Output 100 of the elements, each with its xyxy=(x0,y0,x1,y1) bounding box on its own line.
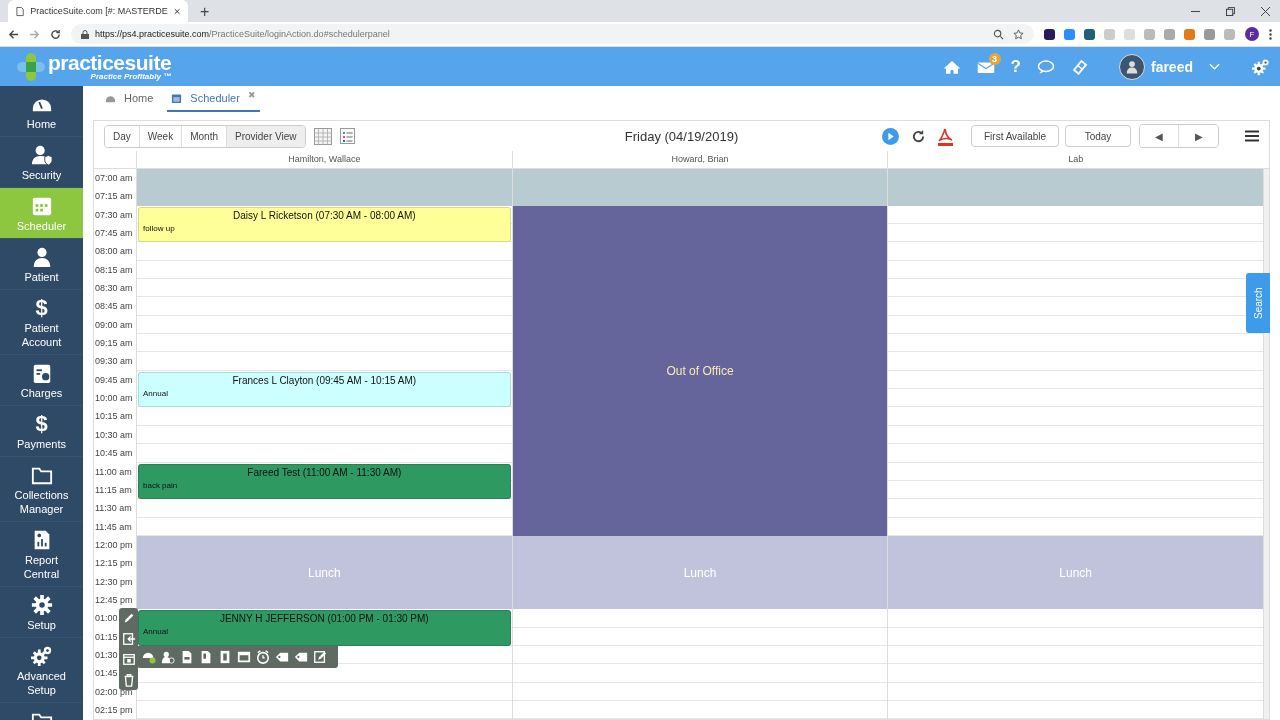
logo-text: practicesuite xyxy=(48,52,172,73)
new-tab-button[interactable]: + xyxy=(200,3,210,21)
time-label: 12:00 pm xyxy=(94,538,133,552)
extension-icon[interactable] xyxy=(1044,28,1055,40)
more-icon[interactable] xyxy=(1269,28,1272,40)
time-label: 01:45 xyxy=(94,667,118,681)
close-icon[interactable] xyxy=(173,7,180,15)
close-icon[interactable] xyxy=(1261,6,1270,16)
reload-icon[interactable] xyxy=(50,28,61,40)
time-label: 01:00 xyxy=(94,612,118,626)
browser-tab[interactable]: PracticeSuite.com [#: MASTERDE xyxy=(8,0,188,22)
appointment[interactable]: Frances L Clayton (09:45 AM - 10:15 AM) Annual xyxy=(138,371,511,408)
pdf-icon[interactable] xyxy=(938,126,953,146)
page-icon xyxy=(16,5,25,17)
calendar-icon xyxy=(171,92,183,104)
tab[interactable]: Home xyxy=(101,86,158,112)
time-label: 07:45 am xyxy=(94,227,133,241)
sidebar-item[interactable]: Patient xyxy=(0,239,83,290)
dollar-icon: $ xyxy=(35,297,48,319)
menu-icon[interactable] xyxy=(1245,130,1259,142)
sidebar-item[interactable]: Collections Manager xyxy=(0,457,83,522)
restore-icon[interactable] xyxy=(1226,6,1235,16)
star-icon[interactable] xyxy=(1013,28,1024,40)
time-label: 12:15 pm xyxy=(94,557,133,571)
dollar-icon: $ xyxy=(35,413,48,435)
chat-icon[interactable] xyxy=(1036,58,1055,75)
back-icon[interactable] xyxy=(8,28,19,40)
tag-icon[interactable] xyxy=(275,650,289,664)
time-label: 10:30 am xyxy=(94,428,133,442)
profile-avatar[interactable]: F xyxy=(1245,27,1259,41)
time-label: 08:15 am xyxy=(94,263,133,277)
time-label: 11:15 am xyxy=(94,483,132,497)
time-label: 07:00 am xyxy=(94,172,133,185)
first-available-button[interactable]: First Available xyxy=(971,125,1059,147)
time-label: 10:00 am xyxy=(94,392,133,406)
time-label: 10:15 am xyxy=(94,410,133,424)
sidebar-item[interactable]: Charges xyxy=(0,355,83,406)
tag-icon[interactable] xyxy=(294,650,308,664)
sidebar-item[interactable]: $ Payments xyxy=(0,406,83,457)
appointment[interactable]: Fareed Test (11:00 AM - 11:30 AM) back pain xyxy=(138,463,511,500)
time-label: 09:15 am xyxy=(94,337,133,351)
ticket-icon[interactable] xyxy=(1070,58,1089,75)
edit-icon[interactable] xyxy=(313,650,327,664)
calendar-icon[interactable] xyxy=(121,652,136,667)
time-label: 08:30 am xyxy=(94,282,133,296)
play-icon[interactable] xyxy=(882,127,899,145)
sidebar-item[interactable]: Home xyxy=(0,86,83,137)
time-label: 02:15 pm xyxy=(94,703,133,717)
gears-icon xyxy=(1252,57,1270,76)
lunch-block: Lunch xyxy=(512,535,888,610)
calendar-icon xyxy=(30,195,53,217)
extension-icon[interactable] xyxy=(1084,28,1095,40)
appointment[interactable]: JENNY H JEFFERSON (01:00 PM - 01:30 PM) Annual xyxy=(138,610,511,646)
refresh-icon[interactable] xyxy=(911,128,926,144)
time-label: 08:00 am xyxy=(94,245,133,259)
notification-badge: 3 xyxy=(988,52,1001,65)
user-shield-icon xyxy=(30,144,53,166)
check-in-icon[interactable] xyxy=(121,631,136,646)
document-icon[interactable] xyxy=(180,650,194,664)
today-button[interactable]: Today xyxy=(1065,125,1131,147)
time-label: 07:30 am xyxy=(94,208,133,222)
time-label: 10:45 am xyxy=(94,447,133,461)
calendar-icon[interactable] xyxy=(237,650,251,664)
appointment[interactable]: Daisy L Ricketson (07:30 AM - 08:00 AM) follow up xyxy=(138,206,511,243)
lunch-block: Lunch xyxy=(137,535,512,610)
user-icon[interactable] xyxy=(161,650,175,664)
list-icon[interactable] xyxy=(339,128,355,144)
gears-icon xyxy=(30,645,53,667)
logo-cross-icon xyxy=(16,51,46,82)
alarm-clock-icon[interactable] xyxy=(256,650,270,664)
out-of-office-block: Out of Office xyxy=(512,205,888,536)
sidebar-item[interactable]: Report Central xyxy=(0,522,83,587)
sidebar-item[interactable]: $ Patient Account xyxy=(0,290,83,355)
document-icon[interactable] xyxy=(199,650,213,664)
time-label: 11:00 am xyxy=(94,465,132,479)
logo-tagline: Practice Profitably ™ xyxy=(90,73,172,81)
time-label: 09:00 am xyxy=(94,318,133,332)
time-label: 12:45 pm xyxy=(94,593,133,607)
time-label: 08:45 am xyxy=(94,300,133,314)
time-label: 07:15 am xyxy=(94,190,133,204)
user-avatar[interactable] xyxy=(1118,53,1145,80)
lock-icon xyxy=(81,29,89,39)
time-label: 09:30 am xyxy=(94,355,133,369)
time-label: 11:45 am xyxy=(94,520,132,534)
view-button[interactable]: Day xyxy=(105,125,140,147)
zoom-icon[interactable] xyxy=(993,28,1004,40)
date-title: Friday (04/19/2019) xyxy=(624,128,739,144)
address-bar[interactable]: https://ps4.practicesuite.com/PracticeSuite/loginAction.do#schedulerpanel xyxy=(71,24,1034,44)
sidebar-item[interactable]: Setup xyxy=(0,587,83,638)
ledger-icon[interactable] xyxy=(218,650,232,664)
lunch-block: Lunch xyxy=(888,535,1263,610)
settings-icon xyxy=(30,594,53,616)
home-icon[interactable] xyxy=(942,58,961,75)
time-label: 09:45 am xyxy=(94,373,133,387)
view-button[interactable]: Provider View xyxy=(227,125,305,147)
previous-button[interactable]: ◀ xyxy=(1140,125,1179,147)
time-label: 01:30 xyxy=(94,648,118,662)
sidebar-item[interactable]: Advanced Setup xyxy=(0,638,83,703)
time-label: 01:15 xyxy=(94,630,118,644)
calendar-grid-icon[interactable] xyxy=(313,127,332,145)
